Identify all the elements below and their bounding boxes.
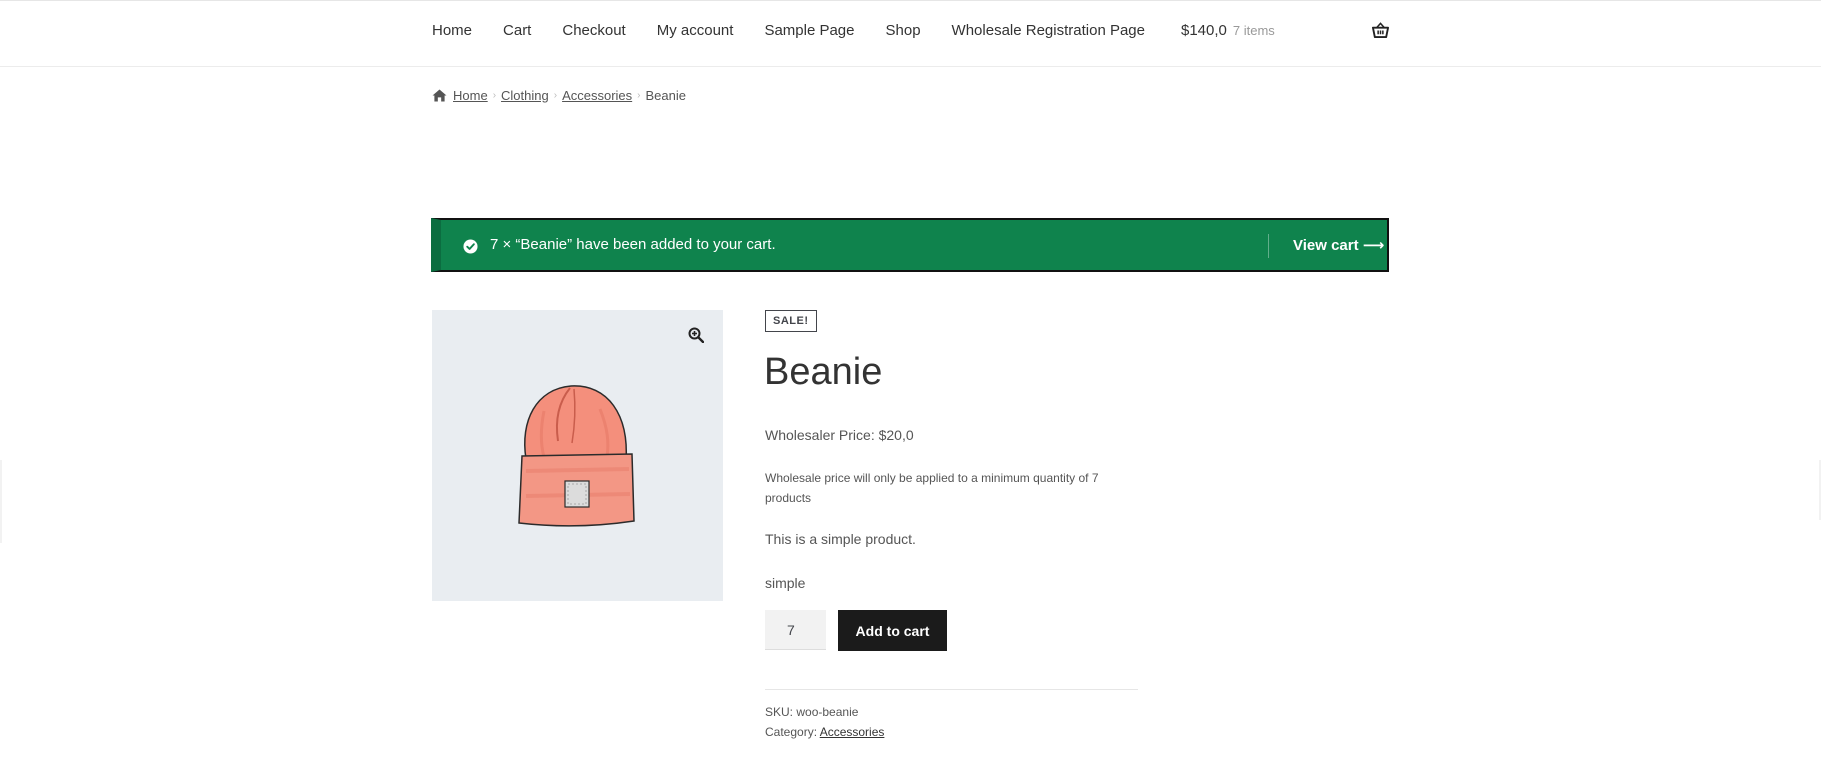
- basket-icon[interactable]: [1372, 22, 1389, 39]
- category-link[interactable]: Accessories: [820, 725, 885, 739]
- sku-value: woo-beanie: [796, 705, 859, 719]
- sku-label: SKU:: [765, 705, 794, 719]
- header-cart-link[interactable]: $140,0 7 items: [1181, 22, 1275, 39]
- nav-shop[interactable]: Shop: [886, 22, 921, 39]
- breadcrumb-home[interactable]: Home: [453, 88, 488, 103]
- sale-badge: SALE!: [765, 310, 817, 332]
- site-header: Home Cart Checkout My account Sample Pag…: [0, 1, 1821, 67]
- wholesale-price: Wholesaler Price: $20,0: [765, 427, 914, 443]
- wholesale-note: Wholesale price will only be applied to …: [765, 471, 1099, 505]
- product-type: simple: [765, 575, 806, 591]
- breadcrumb: Home › Clothing › Accessories › Beanie: [432, 88, 686, 103]
- view-cart-link[interactable]: View cart ⟶: [1293, 236, 1384, 254]
- beanie-product-image: [518, 385, 635, 527]
- check-circle-icon: [463, 239, 478, 254]
- cart-item-count: 7 items: [1232, 23, 1275, 38]
- add-to-cart-button[interactable]: Add to cart: [838, 610, 947, 651]
- nav-home[interactable]: Home: [432, 22, 472, 39]
- cart-total: $140,0: [1181, 22, 1227, 39]
- arrow-right-icon: ⟶: [1362, 237, 1385, 254]
- product-title: Beanie: [764, 351, 883, 393]
- breadcrumb-accessories[interactable]: Accessories: [562, 88, 632, 103]
- nav-checkout[interactable]: Checkout: [562, 22, 625, 39]
- nav-my-account[interactable]: My account: [657, 22, 734, 39]
- notice-message: 7 × “Beanie” have been added to your car…: [490, 236, 776, 253]
- product-sku: SKU: woo-beanie: [765, 705, 858, 719]
- breadcrumb-clothing[interactable]: Clothing: [501, 88, 549, 103]
- product-gallery[interactable]: [432, 310, 723, 601]
- breadcrumb-separator: ›: [492, 90, 497, 101]
- view-cart-label: View cart: [1293, 237, 1359, 254]
- zoom-in-icon[interactable]: [688, 327, 704, 343]
- quantity-input[interactable]: [765, 610, 826, 650]
- nav-sample-page[interactable]: Sample Page: [764, 22, 854, 39]
- cart-success-notice: 7 × “Beanie” have been added to your car…: [431, 218, 1389, 272]
- nav-wholesale-registration[interactable]: Wholesale Registration Page: [952, 22, 1145, 39]
- breadcrumb-separator: ›: [553, 90, 558, 101]
- meta-divider: [765, 689, 1138, 690]
- primary-nav: Home Cart Checkout My account Sample Pag…: [432, 1, 1176, 59]
- category-label: Category:: [765, 725, 818, 739]
- product-short-description: This is a simple product.: [765, 531, 916, 547]
- home-icon: [432, 89, 447, 102]
- left-edge-tab: [0, 460, 2, 543]
- breadcrumb-separator: ›: [637, 90, 641, 101]
- notice-divider: [1268, 234, 1269, 258]
- nav-cart[interactable]: Cart: [503, 22, 531, 39]
- breadcrumb-current: Beanie: [645, 88, 686, 103]
- product-category: Category: Accessories: [765, 725, 884, 739]
